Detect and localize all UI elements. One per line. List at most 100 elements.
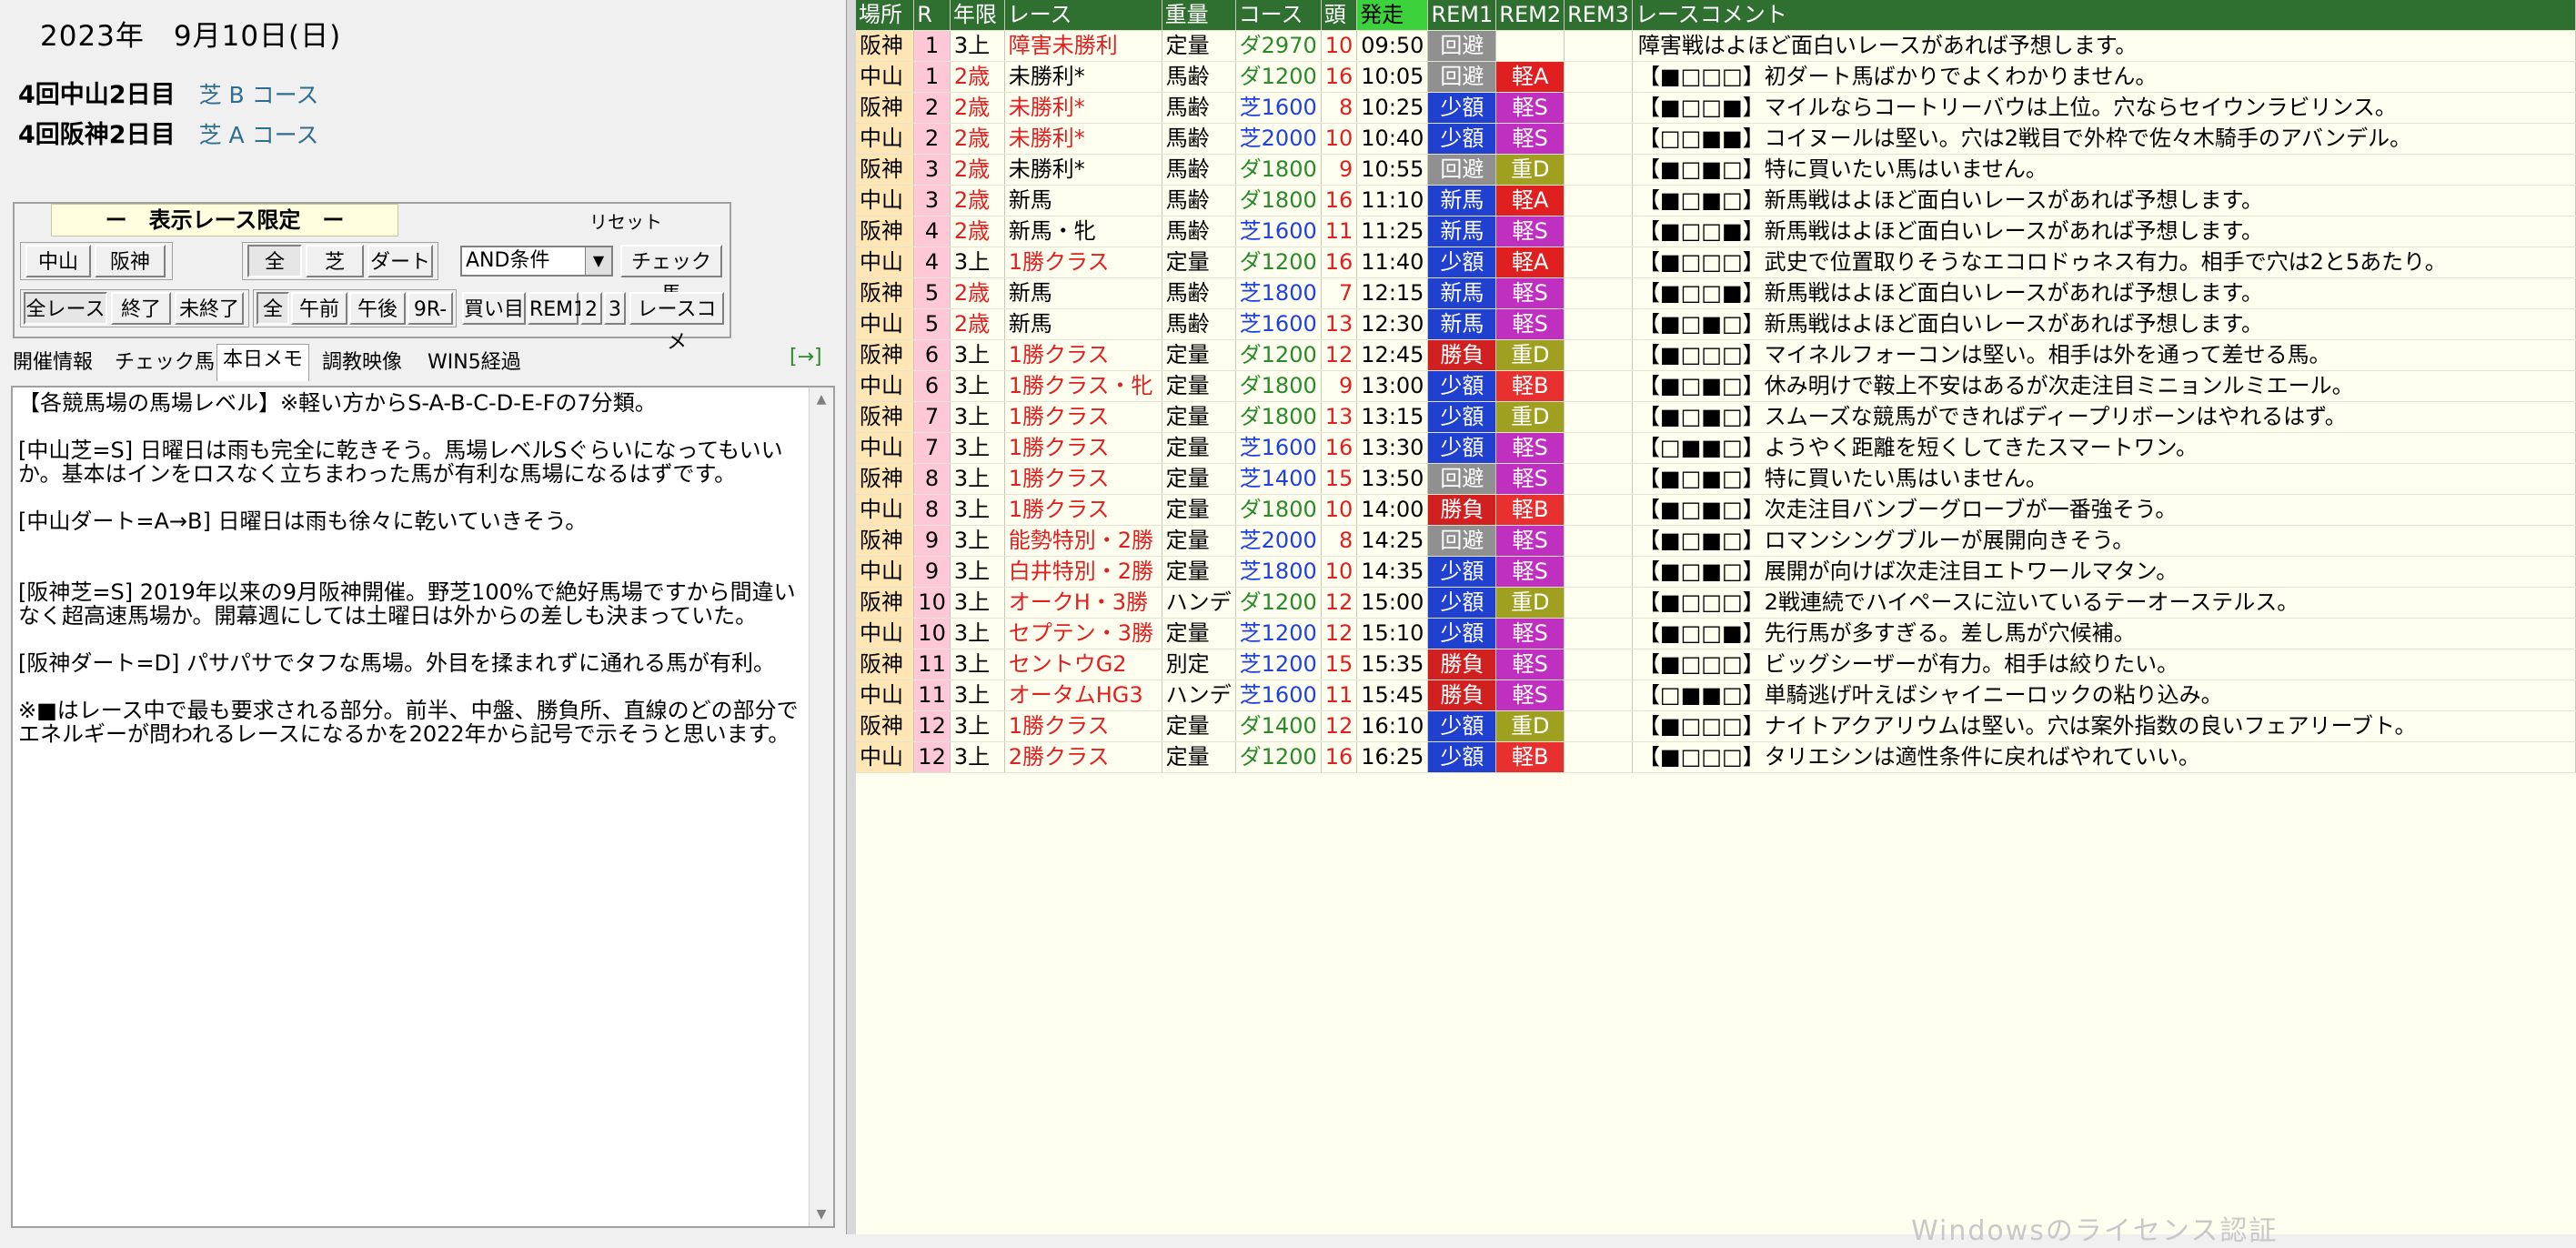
bet-button[interactable]: 買い目	[462, 292, 526, 325]
cell-course[interactable]: 芝1600	[1235, 92, 1322, 124]
cell-rem2[interactable]: 軽S	[1495, 216, 1565, 247]
cell-heads[interactable]: 10	[1321, 123, 1358, 155]
cell-rem1[interactable]: 少額	[1427, 741, 1497, 773]
header-race[interactable]: レース	[1004, 0, 1162, 31]
cell-rem2[interactable]: 軽S	[1495, 679, 1565, 711]
cell-course[interactable]: 芝1600	[1235, 679, 1322, 711]
cell-heads[interactable]: 13	[1321, 308, 1358, 340]
memo-scrollbar[interactable]: ▲ ▼	[809, 387, 833, 1226]
table-row[interactable]: 中山 1 2歳 未勝利* 馬齢 ダ1200 16 10:05 回避 軽A 【■□□□】初ダート馬ばか…	[856, 61, 2576, 93]
cell-rem1[interactable]: 回避	[1427, 30, 1497, 62]
tab-meeting-info[interactable]: 開催情報	[7, 347, 98, 378]
cell-place[interactable]: 中山	[856, 61, 915, 93]
cell-weight[interactable]: 馬齢	[1162, 61, 1236, 93]
cell-rem3[interactable]	[1564, 556, 1633, 588]
cell-post-time[interactable]: 15:45	[1356, 679, 1429, 711]
cell-place[interactable]: 中山	[856, 123, 915, 155]
cell-race-number[interactable]: 4	[913, 247, 951, 278]
cell-heads[interactable]: 7	[1321, 277, 1358, 309]
cell-heads[interactable]: 16	[1321, 61, 1358, 93]
cell-post-time[interactable]: 11:40	[1356, 247, 1429, 278]
race-comment-button[interactable]: レースコメ	[629, 292, 724, 354]
cell-comment[interactable]: 【■□□□】初ダート馬ばかりでよくわかりません。	[1632, 61, 2576, 93]
cell-post-time[interactable]: 13:15	[1356, 401, 1429, 433]
cell-place[interactable]: 中山	[856, 308, 915, 340]
venue-button-nakayama[interactable]: 中山	[25, 245, 91, 277]
cell-rem3[interactable]	[1564, 247, 1633, 278]
cell-race-name[interactable]: 白井特別・2勝	[1004, 556, 1162, 588]
cell-post-time[interactable]: 10:40	[1356, 123, 1429, 155]
cell-comment[interactable]: 【■□□□】2戦連続でハイペースに泣いているテーオーステルス。	[1632, 587, 2576, 619]
cell-age[interactable]: 2歳	[950, 185, 1005, 216]
cell-rem3[interactable]	[1564, 710, 1633, 742]
cell-rem3[interactable]	[1564, 741, 1633, 773]
cell-weight[interactable]: 定量	[1162, 494, 1236, 526]
cell-post-time[interactable]: 12:15	[1356, 277, 1429, 309]
cell-age[interactable]: 3上	[950, 247, 1005, 278]
cell-race-name[interactable]: 1勝クラス	[1004, 401, 1162, 433]
header-course[interactable]: コース	[1235, 0, 1322, 31]
cell-rem3[interactable]	[1564, 185, 1633, 216]
scroll-down-icon[interactable]: ▼	[810, 1203, 833, 1226]
cell-rem3[interactable]	[1564, 432, 1633, 464]
cell-course[interactable]: ダ1800	[1235, 370, 1322, 402]
header-rem3[interactable]: REM3	[1564, 0, 1633, 31]
table-row[interactable]: 阪神 11 3上 セントウG2 別定 芝1200 15 15:35 勝負 軽S 【■□□□】ビッグシ…	[856, 649, 2576, 680]
cell-age[interactable]: 2歳	[950, 154, 1005, 186]
today-memo-textarea[interactable]: 【各競馬場の馬場レベル】※軽い方からS-A-B-C-D-E-Fの7分類。 [中山…	[11, 386, 835, 1228]
cell-place[interactable]: 中山	[856, 494, 915, 526]
table-row[interactable]: 阪神 6 3上 1勝クラス 定量 ダ1200 12 12:45 勝負 重D 【■□□□】マイネルフォ…	[856, 339, 2576, 371]
cell-weight[interactable]: 馬齢	[1162, 277, 1236, 309]
cell-course[interactable]: ダ1200	[1235, 741, 1322, 773]
expand-arrow-button[interactable]: [→]	[790, 346, 822, 368]
cell-place[interactable]: 阪神	[856, 710, 915, 742]
cell-course[interactable]: ダ1800	[1235, 154, 1322, 186]
cell-heads[interactable]: 12	[1321, 339, 1358, 371]
cell-post-time[interactable]: 11:25	[1356, 216, 1429, 247]
cell-heads[interactable]: 9	[1321, 370, 1358, 402]
cell-heads[interactable]: 11	[1321, 679, 1358, 711]
cell-place[interactable]: 中山	[856, 618, 915, 649]
status-button-finished[interactable]: 終了	[111, 292, 171, 325]
cell-race-name[interactable]: 1勝クラス	[1004, 494, 1162, 526]
cell-comment[interactable]: 【■□■□】特に買いたい馬はいません。	[1632, 463, 2576, 495]
header-place[interactable]: 場所	[856, 0, 915, 31]
cell-rem2[interactable]: 軽S	[1495, 556, 1565, 588]
cell-weight[interactable]: 別定	[1162, 649, 1236, 680]
tab-check-horse[interactable]: チェック馬	[109, 347, 220, 378]
cell-race-name[interactable]: 1勝クラス	[1004, 247, 1162, 278]
cell-comment[interactable]: 【■□□□】ビッグシーザーが有力。相手は絞りたい。	[1632, 649, 2576, 680]
cell-rem2[interactable]: 軽B	[1495, 370, 1565, 402]
cell-post-time[interactable]: 15:35	[1356, 649, 1429, 680]
table-row[interactable]: 中山 4 3上 1勝クラス 定量 ダ1200 16 11:40 少額 軽A 【■□□□】武史で位置取…	[856, 247, 2576, 278]
cell-post-time[interactable]: 13:30	[1356, 432, 1429, 464]
cell-comment[interactable]: 【■□□□】ナイトアクアリウムは堅い。穴は案外指数の良いフェアリーブト。	[1632, 710, 2576, 742]
cell-heads[interactable]: 10	[1321, 30, 1358, 62]
cell-race-number[interactable]: 11	[913, 649, 951, 680]
cell-race-number[interactable]: 10	[913, 618, 951, 649]
table-row[interactable]: 阪神 3 2歳 未勝利* 馬齢 ダ1800 9 10:55 回避 重D 【■□■□】特に買いたい馬は…	[856, 154, 2576, 186]
cell-age[interactable]: 3上	[950, 494, 1005, 526]
cell-place[interactable]: 中山	[856, 185, 915, 216]
cell-age[interactable]: 3上	[950, 432, 1005, 464]
cell-rem1[interactable]: 新馬	[1427, 216, 1497, 247]
cell-race-name[interactable]: 1勝クラス	[1004, 339, 1162, 371]
cell-rem1[interactable]: 回避	[1427, 61, 1497, 93]
cell-place[interactable]: 中山	[856, 741, 915, 773]
cell-rem2[interactable]: 軽S	[1495, 618, 1565, 649]
cell-rem2[interactable]: 軽A	[1495, 185, 1565, 216]
cell-rem3[interactable]	[1564, 308, 1633, 340]
cell-age[interactable]: 3上	[950, 525, 1005, 557]
cell-rem3[interactable]	[1564, 525, 1633, 557]
cell-age[interactable]: 2歳	[950, 277, 1005, 309]
cell-race-name[interactable]: オータムHG3	[1004, 679, 1162, 711]
rem1-button[interactable]: REM1	[528, 292, 586, 325]
cell-heads[interactable]: 8	[1321, 92, 1358, 124]
cell-race-name[interactable]: 2勝クラス	[1004, 741, 1162, 773]
cell-race-name[interactable]: 1勝クラス	[1004, 710, 1162, 742]
table-row[interactable]: 阪神 5 2歳 新馬 馬齢 芝1800 7 12:15 新馬 軽S 【■□□■】新馬戦はよほど面白い…	[856, 277, 2576, 309]
cell-age[interactable]: 3上	[950, 618, 1005, 649]
cell-place[interactable]: 阪神	[856, 216, 915, 247]
cell-rem3[interactable]	[1564, 401, 1633, 433]
cell-course[interactable]: 芝1200	[1235, 649, 1322, 680]
